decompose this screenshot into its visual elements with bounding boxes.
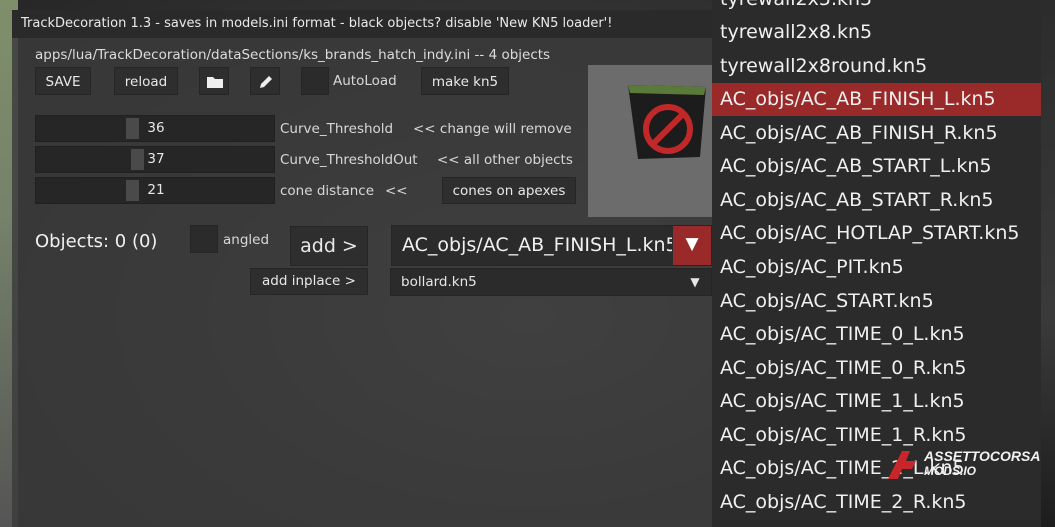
cone-distance-slider[interactable]: 21 (35, 177, 275, 204)
folder-icon (207, 77, 223, 88)
watermark-line1: ASSETTOCORSA (924, 448, 1041, 464)
chevron-down-icon[interactable]: ▼ (685, 269, 705, 295)
dropdown-item-selected[interactable]: AC_objs/AC_AB_FINISH_L.kn5 (712, 83, 1041, 116)
slider-value: 21 (147, 182, 165, 198)
model-preview-image (588, 65, 712, 217)
dropdown-item[interactable]: AC_objs/AC_AB_FINISH_R.kn5 (712, 117, 1041, 150)
cone-distance-label: cone distance (280, 183, 375, 199)
assettocorsa-mods-watermark: ASSETTOCORSA MODS.IO (886, 447, 1046, 481)
curve-threshold-out-note: << all other objects (437, 152, 573, 168)
dropdown-item[interactable]: AC_objs/AC_TIME_0_L.kn5 (712, 318, 1041, 351)
autoload-label: AutoLoad (333, 73, 397, 89)
window-titlebar[interactable]: TrackDecoration 1.3 - saves in models.in… (12, 10, 712, 38)
slider-value: 37 (147, 151, 165, 167)
edit-button[interactable] (250, 67, 280, 95)
autoload-checkbox[interactable] (301, 67, 329, 95)
pencil-icon (260, 76, 272, 88)
curve-threshold-out-slider[interactable]: 37 (35, 146, 275, 173)
add-button[interactable]: add > (290, 226, 368, 266)
add-inplace-button[interactable]: add inplace > (250, 268, 368, 295)
dropdown-item[interactable]: AC_objs/AC_TIME_2_R.kn5 (712, 486, 1041, 519)
secondary-model-value: bollard.kn5 (401, 274, 477, 290)
model-combo[interactable]: AC_objs/AC_AB_FINISH_L.kn5 ▼ (391, 225, 712, 266)
combo-arrow-button[interactable]: ▼ (673, 226, 711, 265)
ini-path-label: apps/lua/TrackDecoration/dataSections/ks… (35, 47, 551, 63)
curve-threshold-out-label: Curve_ThresholdOut (280, 152, 418, 168)
dropdown-item[interactable]: AC_objs/AC_PIT.kn5 (712, 251, 1041, 284)
save-button[interactable]: SAVE (35, 67, 91, 95)
angled-checkbox[interactable] (190, 225, 218, 253)
cone-distance-note: << (385, 183, 408, 199)
object-preview (588, 65, 712, 217)
trackdecoration-window: TrackDecoration 1.3 - saves in models.in… (12, 10, 712, 527)
slider-value: 36 (147, 120, 165, 136)
open-folder-button[interactable] (199, 67, 229, 95)
dropdown-item[interactable]: AC_objs/AC_TIME_0_R.kn5 (712, 352, 1041, 385)
curve-threshold-note: << change will remove (413, 121, 572, 137)
dropdown-item[interactable]: AC_objs/AC_START.kn5 (712, 285, 1041, 318)
make-kn5-button[interactable]: make kn5 (421, 67, 509, 95)
curve-threshold-label: Curve_Threshold (280, 121, 394, 137)
reload-button[interactable]: reload (114, 67, 178, 95)
dropdown-item[interactable]: AC_objs/AC_AB_START_L.kn5 (712, 150, 1041, 183)
secondary-model-combo[interactable]: bollard.kn5 ▼ (390, 268, 712, 296)
angled-label: angled (223, 232, 270, 248)
model-combo-value: AC_objs/AC_AB_FINISH_L.kn5 (402, 234, 672, 256)
dropdown-item[interactable]: tyrewall2x8.kn5 (712, 16, 1041, 49)
objects-count: Objects: 0 (0) (35, 231, 158, 252)
chevron-down-icon: ▼ (685, 234, 699, 254)
cones-on-apexes-button[interactable]: cones on apexes (442, 177, 576, 204)
curve-threshold-slider[interactable]: 36 (35, 115, 275, 142)
dropdown-item[interactable]: tyrewall2x5.kn5 (712, 0, 1041, 16)
dropdown-item[interactable]: AC_objs/AC_TIME_1_L.kn5 (712, 385, 1041, 418)
dropdown-item[interactable]: AC_objs/AC_AB_START_R.kn5 (712, 184, 1041, 217)
dropdown-item[interactable]: AC_objs/AC_HOTLAP_START.kn5 (712, 217, 1041, 250)
dropdown-item[interactable]: tyrewall2x8round.kn5 (712, 50, 1041, 83)
watermark-line2: MODS.IO (924, 464, 977, 478)
watermark-logo-icon (888, 451, 916, 479)
